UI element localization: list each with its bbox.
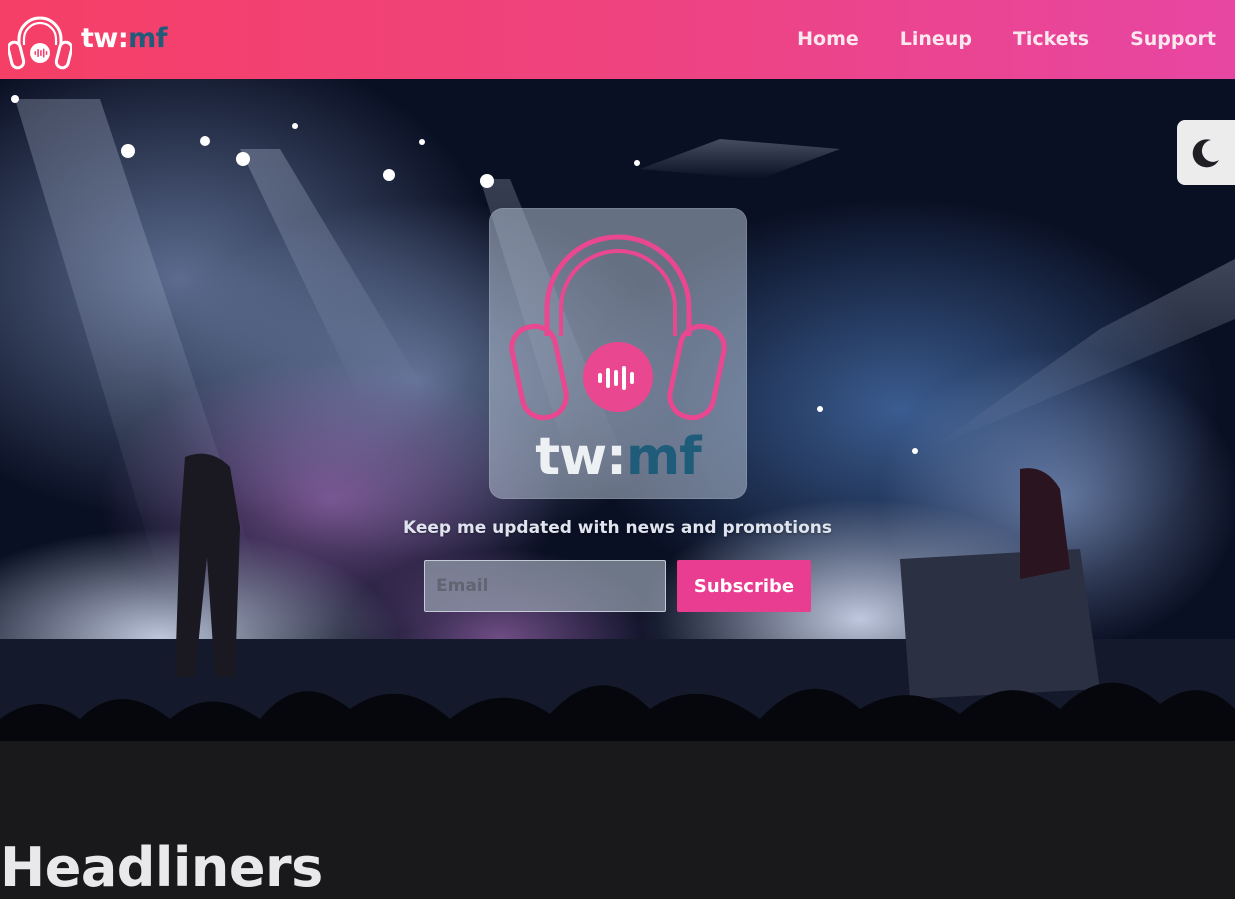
site-header: tw:mf Home Lineup Tickets Support bbox=[0, 0, 1235, 79]
headphones-logo-icon bbox=[509, 234, 727, 421]
section-title-headliners: Headliners bbox=[0, 836, 323, 899]
main-nav: Home Lineup Tickets Support bbox=[756, 0, 1216, 79]
nav-tickets[interactable]: Tickets bbox=[1013, 30, 1089, 49]
hero-logo-word-part2: mf bbox=[625, 427, 702, 487]
hero-logo-word-part1: tw: bbox=[535, 427, 627, 487]
brand-name-part1: tw: bbox=[81, 22, 129, 54]
hero-section: tw:mf Keep me updated with news and prom… bbox=[0, 79, 1235, 741]
email-input[interactable] bbox=[424, 560, 666, 612]
brand-logo-link[interactable]: tw:mf bbox=[8, 9, 168, 71]
moon-icon bbox=[1192, 138, 1219, 167]
headphones-logo-icon bbox=[8, 16, 72, 70]
subscribe-button[interactable]: Subscribe bbox=[677, 560, 811, 612]
nav-support[interactable]: Support bbox=[1130, 30, 1216, 49]
nav-home[interactable]: Home bbox=[797, 30, 859, 49]
theme-toggle-button[interactable] bbox=[1177, 120, 1235, 185]
brand-name: tw:mf bbox=[81, 22, 168, 54]
newsletter-prompt: Keep me updated with news and promotions bbox=[402, 518, 833, 538]
brand-name-part2: mf bbox=[128, 22, 168, 54]
hero-logo-card: tw:mf bbox=[489, 208, 747, 499]
nav-lineup[interactable]: Lineup bbox=[900, 30, 972, 49]
hero-logo-wordmark: tw:mf bbox=[489, 431, 747, 483]
newsletter-form: Subscribe bbox=[424, 560, 811, 612]
